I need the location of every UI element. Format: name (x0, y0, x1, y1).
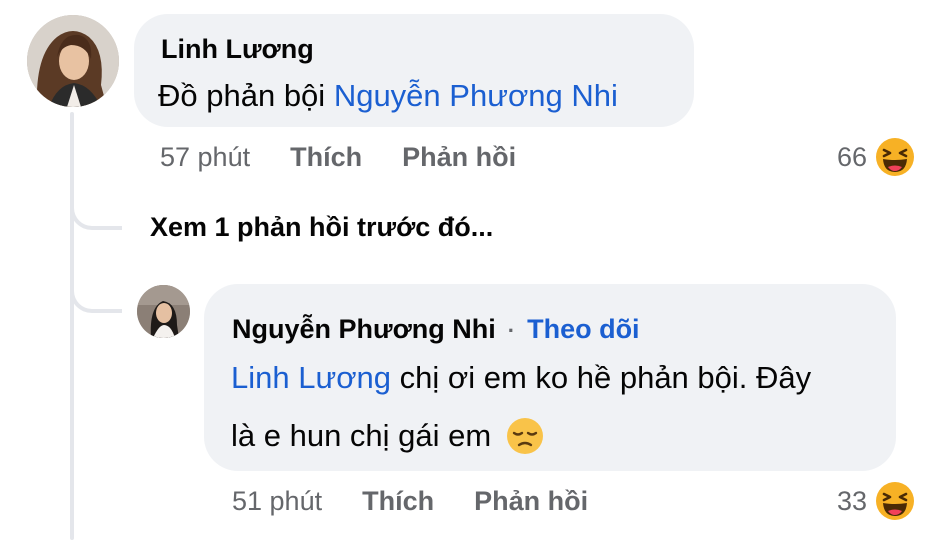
mention-link[interactable]: Nguyễn Phương Nhi (334, 78, 618, 113)
like-button[interactable]: Thích (362, 486, 434, 517)
view-previous-replies-link[interactable]: Xem 1 phản hồi trước đó... (150, 212, 493, 243)
reply-header: Nguyễn Phương Nhi · Theo dõi (232, 314, 640, 345)
reply-bubble: Nguyễn Phương Nhi · Theo dõi Linh Lương ch… (204, 284, 896, 471)
laughing-emoji-icon (875, 137, 915, 177)
thread-line (70, 112, 74, 540)
comment-text: Đồ phản bội Nguyễn Phương Nhi (158, 67, 618, 125)
comment-text-main: Đồ phản bội (158, 78, 334, 113)
reaction-count: 33 (836, 485, 867, 516)
thread-connector-view-previous (70, 200, 122, 230)
comment-timestamp[interactable]: 57 phút (160, 142, 250, 173)
comment-actions: 57 phút Thích Phản hồi (160, 139, 556, 175)
mention-link[interactable]: Linh Lương (231, 360, 391, 395)
separator-dot: · (507, 318, 516, 343)
avatar-nguyen-phuong-nhi[interactable] (137, 285, 190, 338)
comment-reactions[interactable]: 66 (837, 136, 915, 178)
avatar-linh-luong[interactable] (27, 15, 119, 107)
reply-text: Linh Lương chị ơi em ko hề phản bội. Đây… (231, 349, 881, 465)
reply-button[interactable]: Phản hồi (402, 142, 516, 173)
reply-text-part-2: là e hun chị gái em (231, 418, 500, 453)
reply-actions: 51 phút Thích Phản hồi (232, 483, 628, 519)
reply-timestamp[interactable]: 51 phút (232, 486, 322, 517)
thread-connector-reply (70, 283, 122, 313)
avatar-image (137, 285, 190, 338)
comment-bubble: Linh Lương Đồ phản bội Nguyễn Phương Nhi (134, 14, 694, 127)
follow-button[interactable]: Theo dõi (527, 314, 639, 344)
like-button[interactable]: Thích (290, 142, 362, 173)
reply-text-line-2: là e hun chị gái em (231, 407, 881, 465)
sad-face-emoji-icon (506, 417, 544, 455)
reply-text-part-1: chị ơi em ko hề phản bội. Đây (391, 360, 812, 395)
reply-text-line-1: Linh Lương chị ơi em ko hề phản bội. Đây (231, 349, 881, 407)
avatar-image (27, 15, 119, 107)
reply-reactions[interactable]: 33 (837, 480, 915, 522)
reaction-count: 66 (836, 141, 867, 172)
laughing-emoji-icon (875, 481, 915, 521)
reply-author[interactable]: Nguyễn Phương Nhi (232, 314, 496, 344)
reply-button[interactable]: Phản hồi (474, 486, 588, 517)
comment-author[interactable]: Linh Lương (161, 34, 314, 65)
